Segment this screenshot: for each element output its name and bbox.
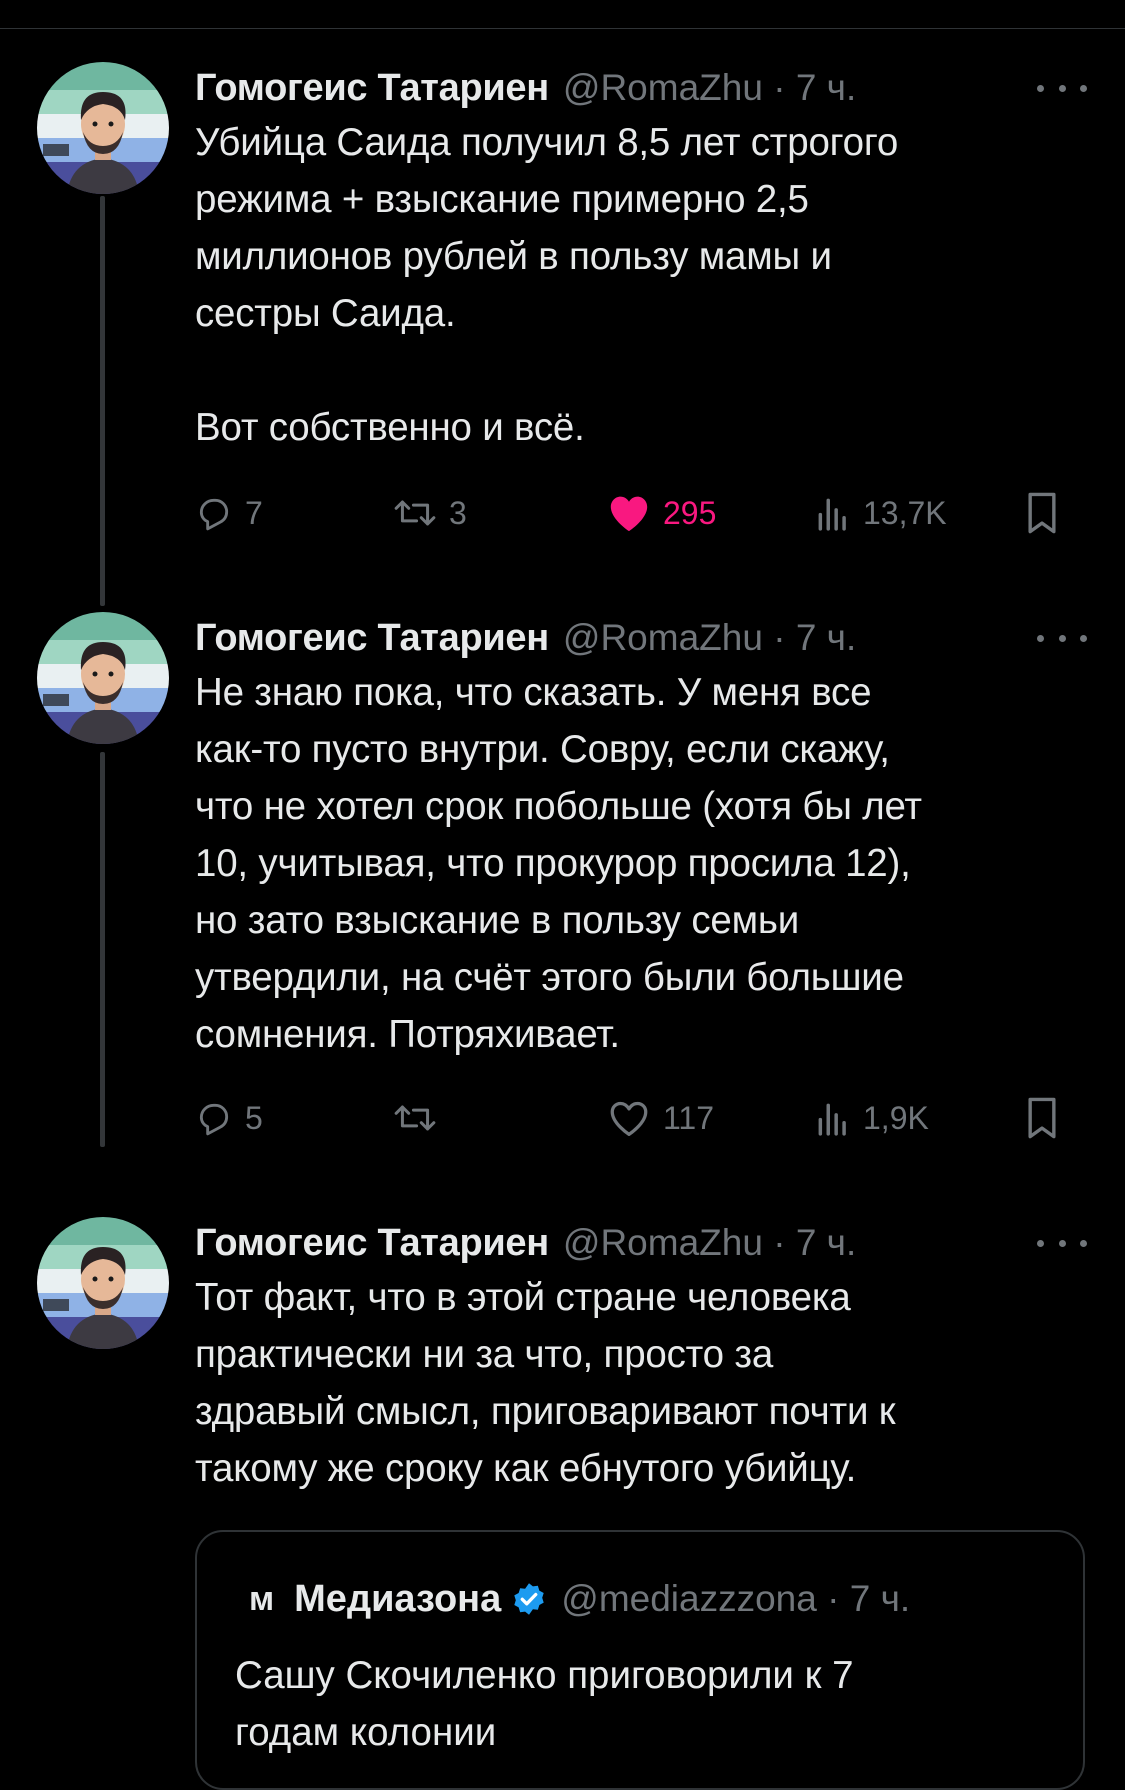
reply-icon [199, 1103, 229, 1136]
tweet-text: Не знаю пока, что сказать. У меня все ка… [195, 671, 922, 1056]
bookmark-icon [1028, 1097, 1056, 1139]
bookmark-button[interactable] [1025, 1093, 1059, 1143]
tweet-header: Гомогеис Татариен @RomaZhu · 7 ч. [195, 1217, 856, 1269]
heart-icon [610, 1101, 648, 1136]
author-name[interactable]: Гомогеис Татариен [195, 67, 549, 110]
retweet-button[interactable]: 3 [393, 488, 467, 538]
top-divider [0, 28, 1125, 29]
views-icon [818, 1103, 846, 1136]
tweet-actions: 7 3 295 13,7K [195, 488, 1075, 538]
quoted-tweet-header: м Медиазона @mediazzzona · 7 ч. [249, 1574, 910, 1624]
retweet-button[interactable] [393, 1093, 449, 1143]
avatar[interactable] [37, 1217, 169, 1349]
bookmark-icon [1028, 492, 1056, 534]
views-count: 13,7K [863, 494, 947, 531]
avatar[interactable] [37, 62, 169, 194]
tweet-text: Тот факт, что в этой стране человека пра… [195, 1276, 896, 1490]
author-handle[interactable]: @RomaZhu · 7 ч. [563, 617, 856, 659]
avatar[interactable] [37, 612, 169, 744]
tweet-actions: 5 117 1,9K [195, 1093, 1075, 1143]
thread-connector [100, 196, 105, 606]
views-count: 1,9K [863, 1099, 929, 1136]
tweet-text: Убийца Саида получил 8,5 лет строгого ре… [195, 121, 899, 449]
more-icon[interactable] [1037, 62, 1087, 114]
heart-icon [610, 496, 648, 532]
tweet-time[interactable]: 7 ч. [796, 67, 856, 108]
verified-badge-icon [511, 1581, 547, 1617]
author-name[interactable]: Гомогеис Татариен [195, 617, 549, 660]
like-count: 295 [663, 494, 717, 531]
views-button[interactable]: 13,7K [815, 488, 947, 538]
reply-icon [199, 498, 229, 531]
reply-button[interactable]: 5 [195, 1093, 263, 1143]
tweet-time[interactable]: 7 ч. [796, 1222, 856, 1263]
author-handle[interactable]: @RomaZhu · 7 ч. [563, 67, 856, 109]
mediazona-logo: м [249, 1579, 275, 1618]
reply-count: 5 [245, 1099, 263, 1136]
like-button[interactable]: 295 [607, 488, 716, 538]
author-name[interactable]: Гомогеис Татариен [195, 1222, 549, 1265]
quoted-tweet-time[interactable]: 7 ч. [850, 1578, 910, 1619]
retweet-icon [394, 500, 436, 526]
quoted-author-name[interactable]: Медиазона [294, 1578, 501, 1621]
tweet-header: Гомогеис Татариен @RomaZhu · 7 ч. [195, 62, 856, 114]
thread-connector [100, 752, 105, 1147]
retweet-count: 3 [449, 494, 467, 531]
bookmark-button[interactable] [1025, 488, 1059, 538]
author-handle[interactable]: @RomaZhu · 7 ч. [563, 1222, 856, 1264]
reply-count: 7 [245, 494, 263, 531]
quoted-author-handle[interactable]: @mediazzzona · 7 ч. [561, 1578, 910, 1620]
like-count: 117 [663, 1099, 715, 1136]
more-icon[interactable] [1037, 612, 1087, 664]
reply-button[interactable]: 7 [195, 488, 263, 538]
views-button[interactable]: 1,9K [815, 1093, 929, 1143]
quoted-tweet-text: Сашу Скочиленко приговорили к 7 годам ко… [235, 1654, 854, 1754]
retweet-icon [394, 1105, 436, 1131]
more-icon[interactable] [1037, 1217, 1087, 1269]
tweet-header: Гомогеис Татариен @RomaZhu · 7 ч. [195, 612, 856, 664]
like-button[interactable]: 117 [607, 1093, 714, 1143]
quoted-tweet[interactable]: м Медиазона @mediazzzona · 7 ч. Сашу Ско… [195, 1530, 1085, 1790]
tweet-time[interactable]: 7 ч. [796, 617, 856, 658]
views-icon [818, 498, 846, 531]
